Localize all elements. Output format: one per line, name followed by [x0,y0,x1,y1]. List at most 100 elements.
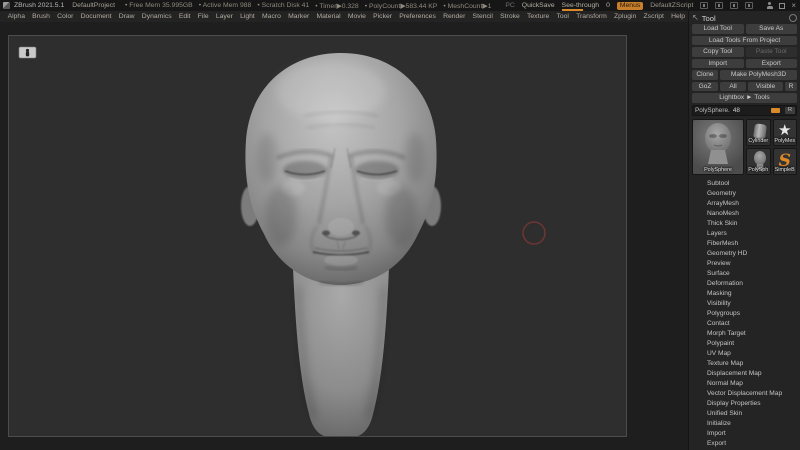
quick-pick-polysphere-head[interactable]: PolySph [746,148,771,175]
menu-item[interactable]: Document [77,13,115,20]
subpalette-item[interactable]: Displacement Map [692,369,797,379]
restore-icon[interactable] [779,2,786,9]
quick-pick-cylinder[interactable]: Cylinder [746,119,771,146]
active-tool-slider[interactable]: PolySphere. 48 R [692,104,797,116]
lightbox-tools-button[interactable]: Lightbox ► Tools [692,93,797,103]
export-button[interactable]: Export [745,58,797,68]
menus-button[interactable]: Menus [616,1,644,10]
subpalette-item[interactable]: Polypaint [692,339,797,349]
subpalette-item[interactable]: Polygroups [692,309,797,319]
sculpt-model-head [241,53,441,439]
menu-item[interactable]: Stroke [497,13,524,20]
menu-item[interactable]: Picker [370,13,396,20]
stat-item: • PolyCount▶583.44 KP [364,2,438,10]
stat-item: • Active Mem 988 [198,1,252,9]
subpalette-item[interactable]: Normal Map [692,379,797,389]
menu-item[interactable]: Stencil [469,13,497,20]
panel-back-arrow-icon[interactable]: ↖ [692,14,699,22]
menu-item[interactable]: Tool [553,13,573,20]
menu-item[interactable]: Macro [258,13,284,20]
see-through-slider[interactable]: See-through [561,2,599,11]
menu-item[interactable]: Light [236,13,258,20]
menu-item[interactable]: Material [313,13,344,20]
subpalette-item[interactable]: Visibility [692,299,797,309]
subpalette-item[interactable]: NanoMesh [692,209,797,219]
tool-thumbnails: PolySphere Cylinder ★ PolyMes PolySph S … [692,119,797,175]
subpalette-item[interactable]: FiberMesh [692,239,797,249]
copy-tool-button[interactable]: Copy Tool [692,47,744,57]
load-tool-button[interactable]: Load Tool [692,24,744,34]
subpalette-item[interactable]: ArrayMesh [692,199,797,209]
save-as-button[interactable]: Save As [745,24,797,34]
subpalette-item[interactable]: Subtool [692,179,797,189]
stat-item: • MeshCount▶1 [443,2,492,10]
menu-item[interactable]: Draw [115,13,138,20]
subpalette-item[interactable]: Initialize [692,419,797,429]
subpalette-item[interactable]: Texture Map [692,359,797,369]
menu-item[interactable]: Color [54,13,77,20]
project-name: DefaultProject [72,2,115,9]
menu-item[interactable]: Preferences [396,13,440,20]
subpalette-item[interactable]: Display Properties [692,399,797,409]
clone-button[interactable]: Clone [692,70,718,80]
stat-item: • Scratch Disk 41 [257,1,310,9]
menu-item[interactable]: Marker [285,13,313,20]
subpalette-item[interactable]: Masking [692,289,797,299]
subpalette-item[interactable]: Unified Skin [692,409,797,419]
tablet-icon-4[interactable] [745,2,754,9]
quicksave-button[interactable]: QuickSave [522,2,555,9]
menu-item[interactable]: Zplugin [610,13,639,20]
slider-r-button[interactable]: R [785,106,795,114]
menu-item[interactable]: Render [439,13,468,20]
stat-item: • Free Mem 35.995GB [124,1,193,9]
menu-item[interactable]: Brush [29,13,54,20]
quick-pick-simplebrush[interactable]: S SimpleB [772,148,797,175]
subpalette-item[interactable]: Surface [692,269,797,279]
make-polymesh3d-button[interactable]: Make PolyMesh3D [720,70,797,80]
subpalette-item[interactable]: Import [692,429,797,439]
menu-item[interactable]: File [194,13,212,20]
tablet-icon-1[interactable] [700,2,709,9]
current-tool-thumbnail[interactable]: PolySphere [692,119,744,175]
panel-menu-circle-icon[interactable] [789,14,797,22]
goz-all-button[interactable]: All [720,81,746,91]
goz-button[interactable]: GoZ [692,81,718,91]
slider-handle[interactable] [771,107,780,113]
import-button[interactable]: Import [692,58,744,68]
current-tool-label: PolySphere [704,167,732,173]
subpalette-item[interactable]: Geometry [692,189,797,199]
menu-item[interactable]: Help [668,13,689,20]
subpalette-item[interactable]: Layers [692,229,797,239]
menu-item[interactable]: Layer [212,13,236,20]
menu-item[interactable]: Zscript [640,13,668,20]
subpalette-item[interactable]: Thick Skin [692,219,797,229]
titlebar-stats: • Free Mem 35.995GB • Active Mem 988 • Scr… [125,2,497,10]
tablet-icon-2[interactable] [715,2,724,9]
subpalette-item[interactable]: Contact [692,319,797,329]
subpalette-item[interactable]: Vector Displacement Map [692,389,797,399]
load-tools-from-project-button[interactable]: Load Tools From Project [692,35,797,45]
active-tool-name: PolySphere. [695,106,730,114]
tablet-icon-3[interactable] [730,2,739,9]
subpalette-item[interactable]: Export [692,439,797,449]
subpalette-item[interactable]: Morph Target [692,329,797,339]
brush-cursor-ring [522,221,546,245]
quick-pick-polymesh-star[interactable]: ★ PolyMes [772,119,797,146]
menu-item[interactable]: Alpha [4,13,29,20]
subpalette-item[interactable]: Preview [692,259,797,269]
menu-item[interactable]: Edit [175,13,194,20]
subpalette-item[interactable]: UV Map [692,349,797,359]
close-icon[interactable]: × [791,2,796,10]
menu-item[interactable]: Texture [523,13,552,20]
goz-visible-button[interactable]: Visible [748,81,783,91]
goz-r-button[interactable]: R [785,81,797,91]
default-zscript-button[interactable]: DefaultZScript [650,2,693,9]
menu-item[interactable]: Dynamics [138,13,175,20]
subpalette-item[interactable]: Deformation [692,279,797,289]
menu-item[interactable]: Transform [573,13,611,20]
account-icon[interactable] [766,2,773,9]
canvas-home-icon[interactable] [18,46,37,59]
menu-item[interactable]: Movie [344,13,369,20]
document-canvas[interactable] [8,35,681,439]
subpalette-item[interactable]: Geometry HD [692,249,797,259]
